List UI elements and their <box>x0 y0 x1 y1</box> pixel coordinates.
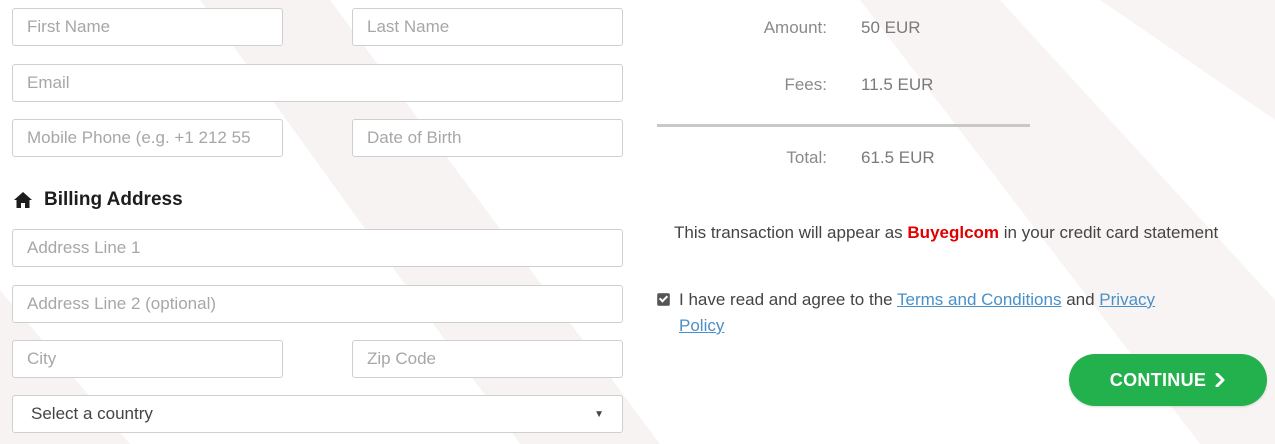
privacy-policy-link[interactable]: Privacy <box>1099 290 1155 309</box>
chevron-right-icon <box>1215 373 1225 387</box>
continue-button-label: CONTINUE <box>1109 369 1207 390</box>
statement-note: This transaction will appear as Buyeglco… <box>674 220 1254 246</box>
fees-label: Fees: <box>784 75 827 94</box>
last-name-field[interactable] <box>352 8 623 46</box>
home-icon <box>14 192 32 208</box>
total-label: Total: <box>786 148 827 167</box>
fees-value: 11.5 EUR <box>861 75 934 94</box>
caret-down-icon: ▼ <box>594 408 604 420</box>
privacy-policy-link-cont[interactable]: Policy <box>657 313 1267 339</box>
billing-address-heading: Billing Address <box>14 189 183 211</box>
date-of-birth-field[interactable] <box>352 119 623 157</box>
merchant-name: Buyeglcom <box>907 223 1000 242</box>
total-value: 61.5 EUR <box>861 148 935 167</box>
country-select[interactable]: Select a country ▼ <box>12 395 623 433</box>
country-select-value: Select a country <box>31 404 153 423</box>
mobile-phone-field[interactable] <box>12 119 283 157</box>
continue-button[interactable]: CONTINUE <box>1069 354 1267 406</box>
agreement-prefix: I have read and agree to the <box>679 290 893 309</box>
statement-note-prefix: This transaction will appear as <box>674 223 903 242</box>
billing-address-title: Billing Address <box>44 189 183 210</box>
amount-label: Amount: <box>763 18 827 37</box>
city-field[interactable] <box>12 340 283 378</box>
zip-code-field[interactable] <box>352 340 623 378</box>
terms-and-conditions-link[interactable]: Terms and Conditions <box>897 290 1061 309</box>
statement-note-suffix: in your credit card statement <box>1003 223 1219 242</box>
address-line-1-field[interactable] <box>12 229 623 267</box>
email-field[interactable] <box>12 64 623 102</box>
terms-agreement: I have read and agree to the Terms and C… <box>657 287 1267 339</box>
amount-value: 50 EUR <box>861 18 921 37</box>
terms-checkbox[interactable] <box>657 293 670 306</box>
summary-divider <box>657 124 1030 127</box>
first-name-field[interactable] <box>12 8 283 46</box>
agreement-and: and <box>1066 290 1095 309</box>
address-line-2-field[interactable] <box>12 285 623 323</box>
